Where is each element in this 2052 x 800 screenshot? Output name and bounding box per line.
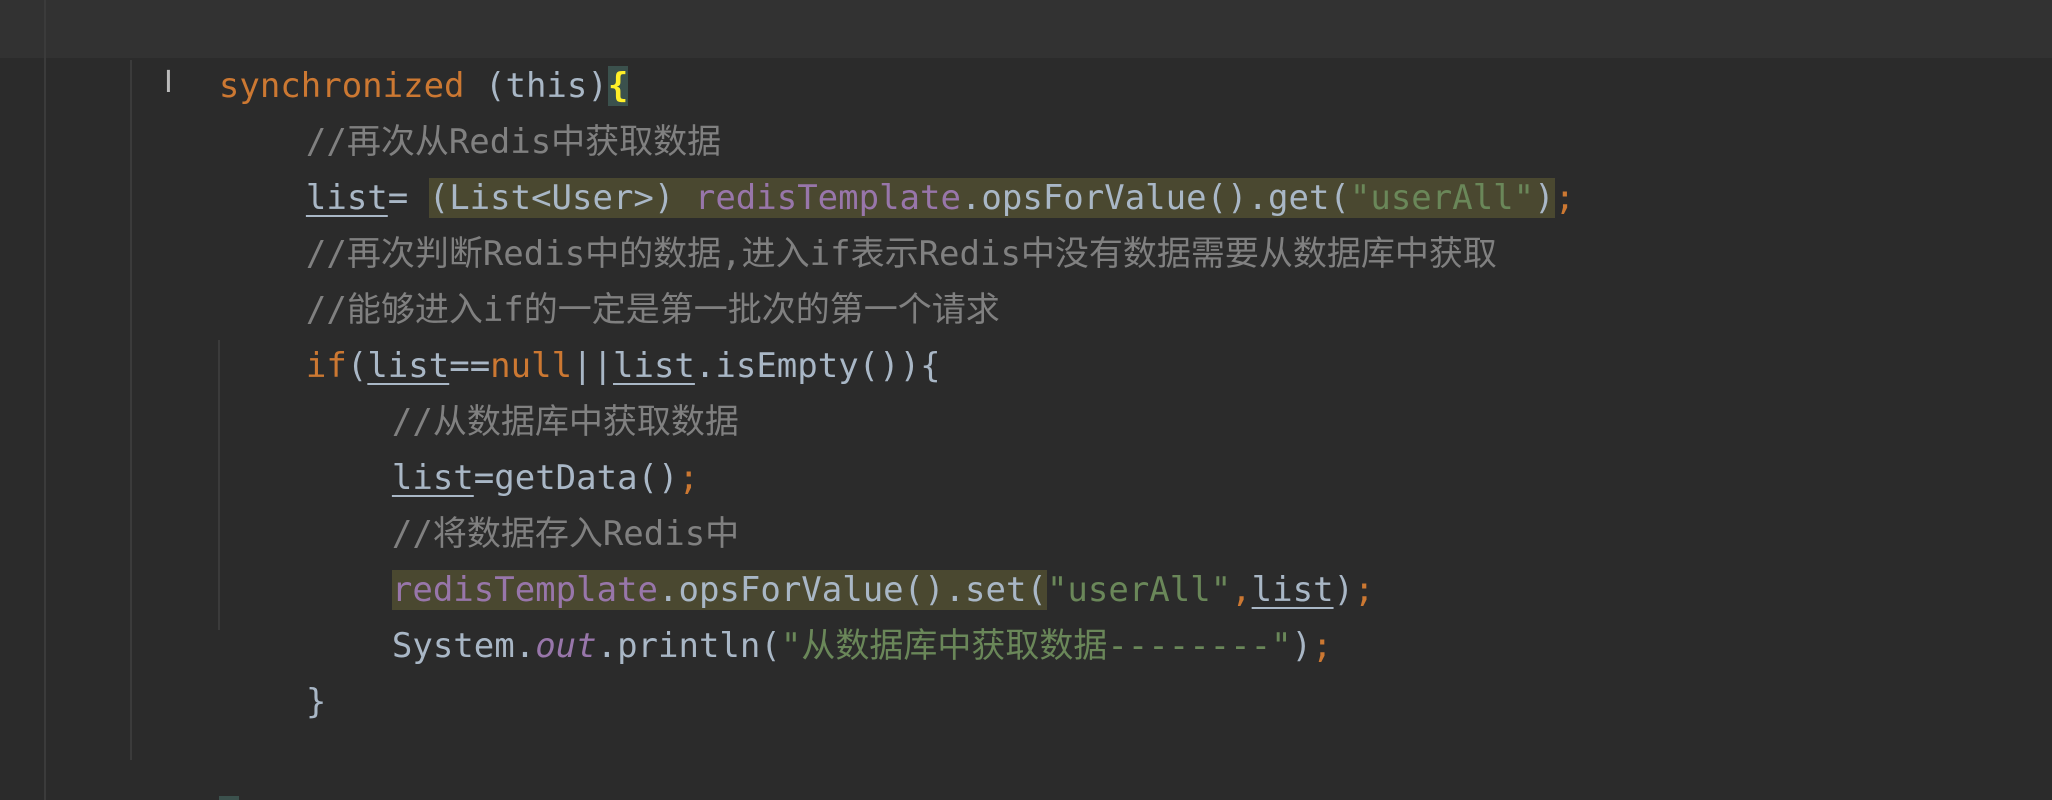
code-line-comment[interactable]: //再次判断Redis中的数据,进入if表示Redis中没有数据需要从数据库中获… xyxy=(224,170,1497,274)
indent-guide xyxy=(44,0,46,800)
code-line-synchronized[interactable]: synchronized (this){ xyxy=(137,2,629,106)
indent-guide xyxy=(218,340,220,630)
class-system: System. xyxy=(391,626,536,666)
code-editor[interactable]: I synchronized (this){ //再次从Redis中获取数据 l… xyxy=(0,0,2052,800)
code-line-println[interactable]: System.out.println("从数据库中获取数据--------"); xyxy=(310,562,1333,666)
code-line-assign-list[interactable]: list= (List<User>) redisTemplate.opsForV… xyxy=(224,114,1575,218)
string-literal-message: "从数据库中获取数据--------" xyxy=(780,626,1292,666)
code-line-comment[interactable]: //再次从Redis中获取数据 xyxy=(224,58,721,162)
brace-close: } xyxy=(305,682,327,722)
code-line-comment[interactable]: //能够进入if的一定是第一批次的第一个请求 xyxy=(224,226,1000,330)
code-line-comment[interactable]: //将数据存入Redis中 xyxy=(310,450,739,554)
code-line-set[interactable]: redisTemplate.opsForValue().set("userAll… xyxy=(310,506,1375,610)
close-paren: ) xyxy=(1333,570,1355,610)
close-paren: ) xyxy=(1534,178,1555,218)
code-line-comment[interactable]: //从数据库中获取数据 xyxy=(310,338,739,442)
code-line-if[interactable]: if(list==null||list.isEmpty()){ xyxy=(224,282,941,386)
close-paren: ) xyxy=(1291,626,1313,666)
code-line-close-sync[interactable]: } xyxy=(137,732,240,800)
indent-guide xyxy=(130,60,132,760)
method-call-println: .println( xyxy=(596,626,781,666)
semicolon: ; xyxy=(1554,178,1576,218)
code-line-close-if[interactable]: } xyxy=(224,618,326,722)
semicolon: ; xyxy=(1354,570,1375,610)
code-line-getdata[interactable]: list=getData(); xyxy=(310,394,699,498)
matched-brace-close: } xyxy=(218,796,240,800)
semicolon: ; xyxy=(1312,626,1333,666)
static-field-out: out xyxy=(535,626,597,666)
